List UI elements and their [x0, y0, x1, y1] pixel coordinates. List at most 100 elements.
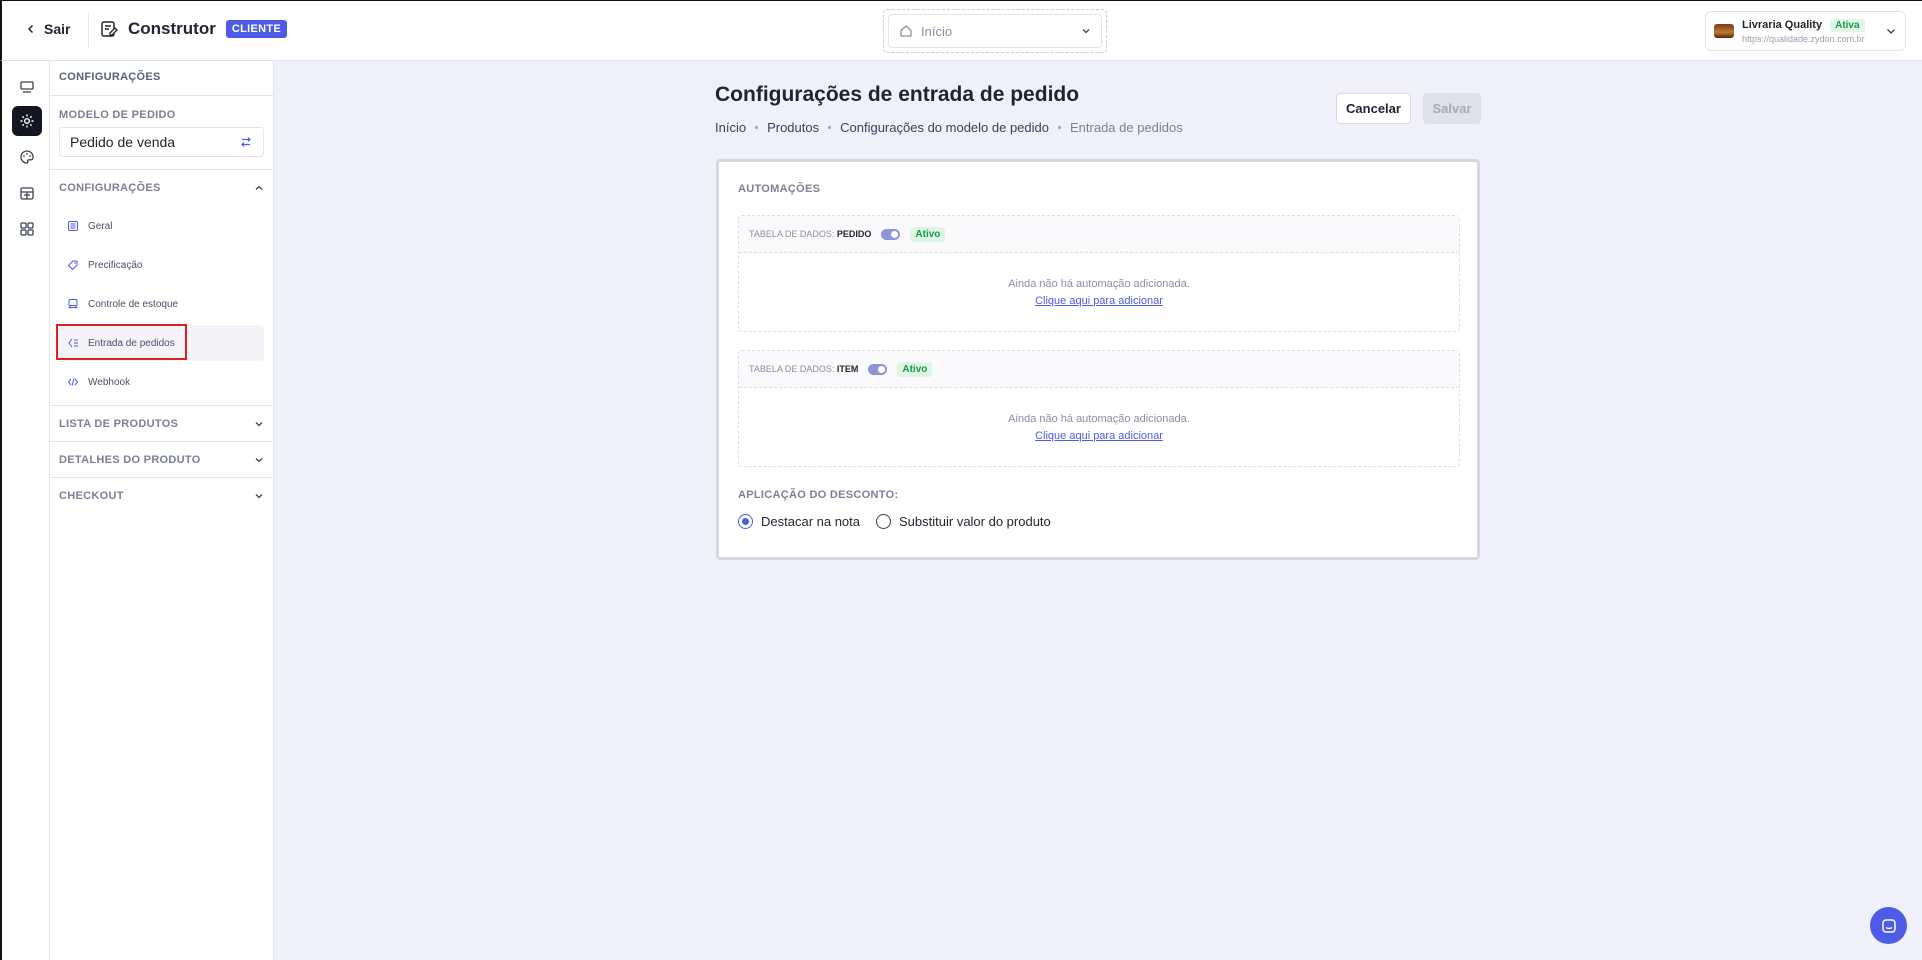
divider [88, 13, 89, 49]
radio-label: Destacar na nota [761, 514, 861, 529]
highlight-box [56, 324, 187, 360]
rail-theme-button[interactable] [12, 142, 42, 172]
page-title: Configurações de entrada de pedido [715, 83, 1080, 106]
breadcrumb-current: Entrada de pedidos [1070, 120, 1183, 135]
page-select-value: Início [921, 23, 953, 39]
status-badge: Ativo [897, 361, 933, 377]
section-detalhes-produto[interactable]: DETALHES DO PRODUTO [50, 441, 273, 477]
breadcrumb-separator [755, 126, 759, 129]
chevron-up-icon [255, 185, 263, 190]
automation-toggle[interactable] [868, 363, 888, 375]
tag-icon [67, 260, 78, 271]
top-bar: Sair Construtor CLIENTE Início Livraria … [0, 0, 1922, 61]
rail-settings-button[interactable] [12, 106, 42, 136]
store-status-badge: Ativa [1830, 18, 1865, 32]
section-checkout[interactable]: CHECKOUT [50, 477, 273, 513]
breadcrumb-item[interactable]: Configurações do modelo de pedido [840, 120, 1049, 135]
automation-table-header: TABELA DE DADOS: PEDIDO Ativo [739, 216, 1459, 253]
main-content: Configurações de entrada de pedido Iníci… [274, 61, 1922, 960]
chevron-down-icon [255, 421, 263, 426]
section-label: LISTA DE PRODUTOS [59, 417, 179, 430]
add-automation-link[interactable]: Clique aqui para adicionar [739, 293, 1459, 310]
palette-icon [20, 150, 34, 164]
exit-label: Sair [44, 21, 71, 37]
sidebar-item-label: Geral [88, 220, 113, 232]
table-name: PEDIDO [836, 229, 872, 239]
section-configuracoes[interactable]: CONFIGURAÇÕES [50, 169, 273, 205]
list-icon [68, 221, 78, 231]
status-badge: Ativo [910, 226, 946, 242]
sidebar-item-precificacao[interactable]: Precificação [59, 247, 264, 283]
empty-text: Ainda não há automação adicionada. [1008, 413, 1190, 425]
discount-label: APLICAÇÃO DO DESCONTO: [738, 489, 899, 501]
icon-rail [0, 61, 50, 960]
radio-label: Substituir valor do produto [899, 514, 1051, 529]
section-label: DETALHES DO PRODUTO [59, 453, 201, 466]
swap-icon [241, 137, 251, 147]
order-entry-card: AUTOMAÇÕES TABELA DE DADOS: PEDIDO Ativo… [716, 159, 1480, 560]
section-label: CHECKOUT [59, 489, 124, 502]
exit-button[interactable]: Sair [26, 21, 70, 37]
rail-store-button[interactable] [12, 178, 42, 208]
client-badge: CLIENTE [225, 20, 287, 38]
box-icon [68, 299, 78, 309]
table-label: TABELA DE DADOS: PEDIDO [749, 229, 872, 239]
breadcrumb-item[interactable]: Produtos [767, 120, 819, 135]
layout-icon [20, 81, 34, 93]
order-model-select[interactable]: Pedido de venda [59, 127, 264, 157]
gear-icon [20, 114, 34, 128]
chevron-left-icon [27, 24, 34, 34]
chat-button[interactable] [1870, 907, 1907, 944]
empty-state: Ainda não há automação adicionada. Cliqu… [739, 276, 1459, 310]
sidebar-item-label: Controle de estoque [88, 298, 179, 310]
automations-title: AUTOMAÇÕES [738, 183, 821, 195]
section-lista-produtos[interactable]: LISTA DE PRODUTOS [50, 405, 273, 441]
breadcrumb-separator [828, 126, 832, 129]
radio-substituir-valor[interactable] [876, 514, 892, 529]
code-icon [67, 378, 79, 386]
chevron-down-icon [255, 493, 263, 498]
order-model-label: MODELO DE PEDIDO [59, 109, 176, 121]
empty-state: Ainda não há automação adicionada. Cliqu… [739, 411, 1459, 445]
page-select[interactable]: Início [888, 14, 1102, 48]
apps-grid-icon [20, 222, 34, 236]
automation-toggle[interactable] [881, 228, 901, 240]
store-url: https://qualidade.zydon.com.br [1742, 33, 1865, 44]
automation-table-pedido: TABELA DE DADOS: PEDIDO Ativo Ainda não … [738, 215, 1460, 332]
order-model-value: Pedido de venda [70, 134, 176, 150]
sidebar-item-label: Webhook [88, 376, 131, 388]
store-name: Livraria Quality [1742, 19, 1823, 31]
breadcrumb: Início Produtos Configurações do modelo … [715, 120, 1183, 135]
radio-destacar-nota[interactable] [738, 514, 753, 529]
page-select-wrapper: Início [883, 9, 1107, 53]
sidebar-item-label: Precificação [88, 259, 143, 271]
automation-table-item: TABELA DE DADOS: ITEM Ativo Ainda não há… [738, 350, 1460, 467]
section-configuracoes-label: CONFIGURAÇÕES [59, 181, 161, 194]
sidebar-item-controle-estoque[interactable]: Controle de estoque [59, 286, 264, 322]
sidebar-item-geral[interactable]: Geral [59, 208, 264, 244]
chevron-down-icon [1082, 29, 1090, 34]
store-switcher[interactable]: Livraria Quality Ativa https://qualidade… [1705, 11, 1906, 51]
add-automation-link[interactable]: Clique aqui para adicionar [739, 428, 1459, 445]
breadcrumb-separator [1058, 126, 1061, 129]
chat-icon [1881, 918, 1896, 933]
cancel-button[interactable]: Cancelar [1336, 93, 1411, 124]
table-label: TABELA DE DADOS: ITEM [749, 364, 859, 374]
automation-table-header: TABELA DE DADOS: ITEM Ativo [739, 351, 1459, 388]
store-icon [20, 187, 34, 200]
breadcrumb-item[interactable]: Início [715, 120, 746, 135]
rail-apps-button[interactable] [12, 214, 42, 244]
discount-options: Destacar na nota Substituir valor do pro… [738, 514, 1051, 529]
save-button[interactable]: Salvar [1423, 93, 1481, 124]
store-logo [1714, 24, 1734, 38]
sidebar-item-webhook[interactable]: Webhook [59, 364, 264, 400]
rail-layout-button[interactable] [12, 72, 42, 102]
table-name: ITEM [836, 364, 859, 374]
settings-sidebar: CONFIGURAÇÕES MODELO DE PEDIDO Pedido de… [50, 61, 274, 960]
store-info: Livraria Quality Ativa https://qualidade… [1742, 18, 1865, 44]
app-title: Construtor [128, 19, 216, 38]
chevron-down-icon [1887, 29, 1895, 34]
empty-text: Ainda não há automação adicionada. [1008, 278, 1190, 290]
sidebar-item-entrada-pedidos[interactable]: Entrada de pedidos [56, 324, 264, 361]
chevron-down-icon [255, 457, 263, 462]
